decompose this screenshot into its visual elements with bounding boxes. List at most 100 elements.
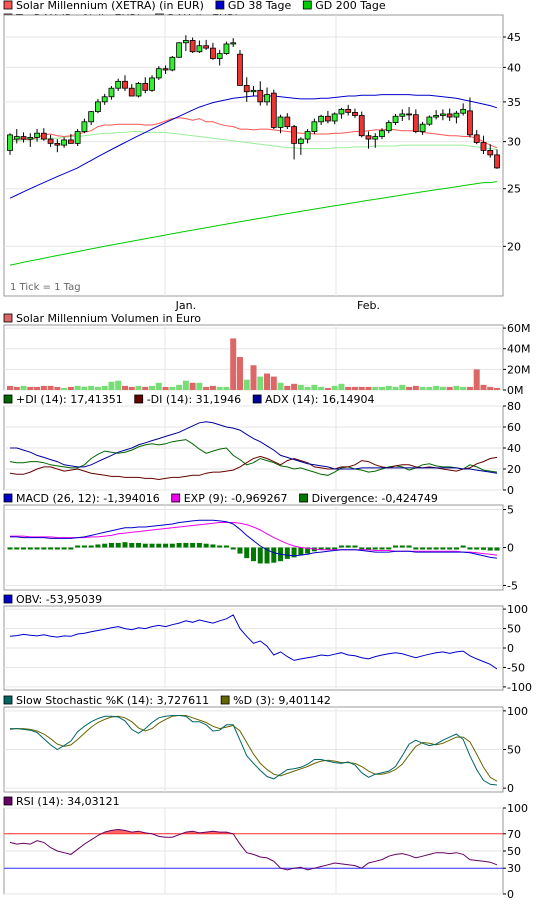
macd-divergence-bar-22 (156, 543, 162, 548)
macd-divergence-bar-50 (345, 545, 351, 548)
macd-ytick-label-0: 5 (507, 504, 514, 517)
volume-bar-7 (54, 386, 61, 390)
macd-divergence-bar-70 (480, 547, 486, 550)
volume-ytick-label-0: 60M (507, 322, 531, 335)
candle-body-71 (487, 150, 494, 156)
candle-body-20 (142, 82, 149, 91)
volume-bar-12 (88, 385, 95, 390)
volume-bar-50 (345, 386, 352, 390)
macd-divergence-bar-35 (244, 547, 250, 559)
volume-bar-67 (460, 386, 467, 390)
volume-bar-39 (270, 376, 277, 390)
candle-body-26 (182, 40, 189, 44)
rsi-ytick-label-2: 50 (507, 845, 521, 858)
candle-body-22 (155, 68, 162, 79)
macd-divergence-bar-65 (447, 547, 453, 550)
candle-body-14 (101, 96, 108, 103)
candle-body-39 (270, 92, 277, 128)
candle-body-12 (88, 111, 95, 123)
macd-divergence-bar-32 (223, 545, 229, 548)
price-legend-label-2: GD 200 Tage (315, 0, 386, 12)
volume-bar-64 (439, 386, 446, 390)
candle-body-35 (243, 85, 250, 93)
stochastic-legend-label-1: %D (3): 9,401142 (233, 694, 331, 707)
candle-body-70 (480, 142, 487, 151)
candle-body-18 (128, 87, 135, 97)
macd-divergence-bar-18 (129, 542, 135, 548)
rsi-ytick-label-1: 70 (507, 828, 521, 841)
macd-divergence-bar-8 (61, 547, 67, 550)
obv-ytick-label-4: -100 (507, 681, 532, 694)
candle-body-61 (419, 123, 426, 132)
price-ytick-label-4: 25 (507, 183, 521, 196)
macd-divergence-bar-4 (34, 547, 40, 550)
candle-body-19 (135, 82, 142, 97)
volume-bar-46 (318, 386, 325, 390)
candle-body-1 (13, 136, 20, 140)
macd-divergence-bar-3 (27, 547, 33, 550)
price-legend-swatch-0 (3, 0, 13, 10)
dmi-legend-label-0: +DI (14): 17,41351 (16, 393, 123, 406)
macd-divergence-bar-67 (460, 545, 466, 548)
rsi-ytick-label-3: 30 (507, 862, 521, 875)
candle-body-65 (446, 113, 453, 118)
price-ytick-label-0: 45 (507, 31, 521, 44)
macd-divergence-bar-31 (217, 545, 223, 548)
candle-body-6 (47, 138, 54, 144)
candle-body-72 (494, 154, 500, 169)
macd-divergence-bar-29 (203, 543, 209, 548)
macd-legend-label-1: EXP (9): -0,969267 (184, 492, 288, 505)
stochastic-ytick-label-0: 100 (507, 705, 528, 718)
candle-body-42 (291, 126, 297, 144)
obv-ytick-label-3: -50 (507, 661, 525, 674)
candle-body-24 (169, 56, 176, 71)
macd-divergence-bar-20 (142, 543, 148, 548)
candle-body-46 (318, 115, 325, 123)
volume-bar-69 (473, 369, 480, 390)
candle-body-8 (61, 139, 68, 146)
volume-bar-25 (176, 384, 183, 390)
macd-divergence-bar-64 (440, 547, 446, 550)
volume-legend-label-0: Solar Millennium Volumen in Euro (16, 312, 201, 325)
volume-bar-43 (297, 384, 304, 390)
volume-ytick-label-1: 40M (507, 343, 531, 356)
volume-bar-63 (433, 385, 440, 390)
macd-divergence-bar-30 (210, 544, 216, 548)
volume-bar-47 (324, 387, 331, 390)
candle-body-59 (406, 113, 412, 116)
volume-bar-5 (40, 385, 47, 390)
volume-bar-68 (466, 386, 473, 390)
stochastic-legend-swatch-1 (220, 695, 230, 705)
macd-divergence-bar-13 (95, 544, 101, 548)
macd-legend-label-2: Divergence: -0,424749 (312, 492, 438, 505)
volume-bar-52 (358, 386, 365, 390)
macd-divergence-bar-71 (487, 547, 493, 551)
volume-bar-62 (426, 386, 433, 390)
candle-body-37 (257, 89, 264, 103)
price-ytick-label-5: 20 (507, 240, 521, 253)
macd-divergence-bar-12 (88, 545, 94, 548)
volume-bar-23 (162, 386, 169, 390)
dmi-ytick-label-0: 80 (507, 400, 521, 413)
macd-divergence-bar-63 (433, 547, 439, 550)
candle-body-3 (27, 136, 34, 140)
macd-divergence-bar-47 (325, 547, 331, 550)
rsi-ytick-label-4: 0 (507, 888, 514, 901)
volume-bar-30 (209, 385, 216, 390)
macd-divergence-bar-49 (338, 545, 344, 548)
dmi-legend-swatch-2 (252, 394, 262, 404)
candle-body-48 (331, 113, 338, 122)
candle-body-25 (176, 42, 182, 58)
candle-body-67 (460, 108, 467, 114)
dmi-ytick-label-2: 40 (507, 442, 521, 455)
macd-divergence-bar-68 (467, 547, 473, 550)
volume-bar-59 (406, 386, 413, 390)
dmi-legend-swatch-0 (3, 394, 13, 404)
dmi-legend-swatch-1 (134, 394, 144, 404)
dmi-ytick-label-4: 0 (507, 484, 514, 497)
volume-bar-48 (331, 385, 338, 390)
candle-body-44 (304, 131, 311, 140)
candle-body-50 (345, 108, 352, 113)
volume-bar-18 (128, 386, 135, 390)
price-legend-swatch-2 (302, 0, 312, 10)
